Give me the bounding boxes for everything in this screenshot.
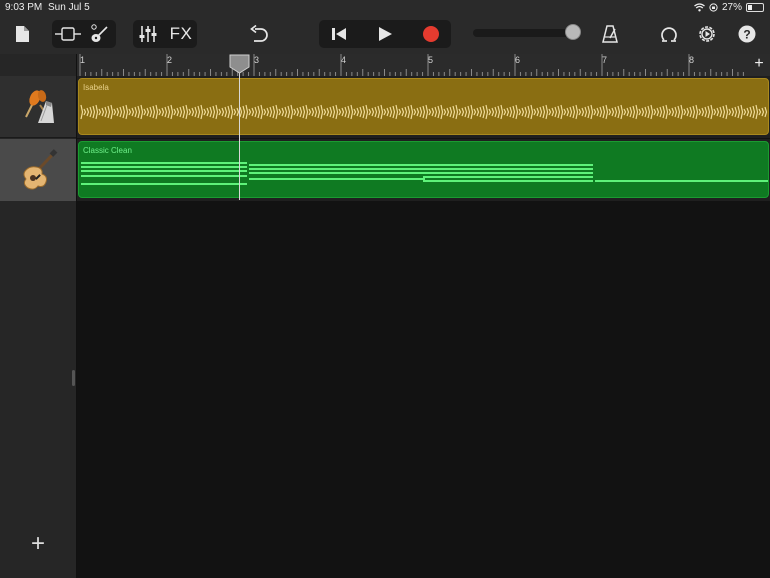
battery-percent: 27% xyxy=(721,2,742,13)
play-button[interactable] xyxy=(372,22,398,46)
loop-icon xyxy=(661,27,677,42)
battery-icon xyxy=(746,3,764,12)
audio-region[interactable]: Isabela xyxy=(78,78,769,135)
my-songs-button[interactable] xyxy=(12,22,32,46)
help-icon: ? xyxy=(738,25,756,43)
ruler-bar-5: 5 xyxy=(428,55,434,65)
status-time: 9:03 PM xyxy=(5,2,43,13)
region-name: Isabela xyxy=(83,83,109,92)
metronome-button[interactable] xyxy=(598,22,622,46)
header-resize-handle[interactable] xyxy=(72,370,75,386)
ruler-bar-1: 1 xyxy=(80,55,86,65)
undo-button[interactable] xyxy=(247,22,271,46)
track-lane-maracas: Isabela xyxy=(77,76,770,138)
track-controls-button[interactable] xyxy=(135,22,161,46)
status-date: Sun Jul 5 xyxy=(48,2,90,13)
midi-region[interactable]: Classic Clean xyxy=(78,141,769,198)
go-to-beginning-button[interactable] xyxy=(326,22,352,46)
master-volume-knob[interactable] xyxy=(565,24,581,40)
guitar-icon xyxy=(91,24,108,42)
maracas-icon xyxy=(25,89,54,123)
ruler-bar-4: 4 xyxy=(341,55,347,65)
timeline-ruler[interactable]: 1 2 3 4 5 6 7 8 + xyxy=(77,54,770,76)
add-track-button[interactable]: + xyxy=(26,530,50,557)
master-volume-slider[interactable] xyxy=(473,29,573,37)
playhead-line xyxy=(239,70,240,200)
playhead-handle[interactable] xyxy=(229,54,250,74)
metronome-icon xyxy=(602,25,618,43)
document-icon xyxy=(15,26,29,42)
svg-text:?: ? xyxy=(743,28,750,42)
settings-button[interactable] xyxy=(695,22,719,46)
track-header-maracas[interactable] xyxy=(0,76,76,138)
ruler-bar-7: 7 xyxy=(602,55,608,65)
ruler-bar-2: 2 xyxy=(167,55,173,65)
gear-icon xyxy=(699,26,715,42)
ruler-bar-8: 8 xyxy=(689,55,695,65)
tracks-view-icon xyxy=(55,27,81,41)
ruler-bar-6: 6 xyxy=(515,55,521,65)
ruler-bar-3: 3 xyxy=(254,55,260,65)
instrument-view-button[interactable] xyxy=(88,21,112,47)
play-icon xyxy=(379,27,392,41)
tracks-view-button[interactable] xyxy=(54,22,82,46)
undo-icon xyxy=(250,25,268,42)
mixer-sliders-icon xyxy=(139,26,157,42)
audio-waveform xyxy=(80,104,768,120)
record-button[interactable] xyxy=(418,22,444,46)
status-bar: 9:03 PM Sun Jul 5 27% xyxy=(0,0,770,16)
track-lane-guitar: Classic Clean xyxy=(77,139,770,201)
toolbar: FX ? xyxy=(0,16,770,54)
skip-back-icon xyxy=(332,28,346,40)
region-name: Classic Clean xyxy=(83,146,132,155)
electric-guitar-icon xyxy=(23,149,58,190)
add-section-button[interactable]: + xyxy=(750,54,768,74)
track-header-guitar[interactable] xyxy=(0,139,76,201)
track-headers-column: + xyxy=(0,54,77,578)
midi-notes xyxy=(81,162,768,185)
ruler-ticks xyxy=(79,54,744,76)
fx-button[interactable]: FX xyxy=(166,21,196,47)
status-right: 27% xyxy=(694,2,764,13)
orientation-lock-icon xyxy=(709,3,718,12)
wifi-icon xyxy=(694,3,705,12)
loop-browser-button[interactable] xyxy=(657,22,681,46)
help-button[interactable]: ? xyxy=(735,22,759,46)
record-icon xyxy=(423,26,439,42)
